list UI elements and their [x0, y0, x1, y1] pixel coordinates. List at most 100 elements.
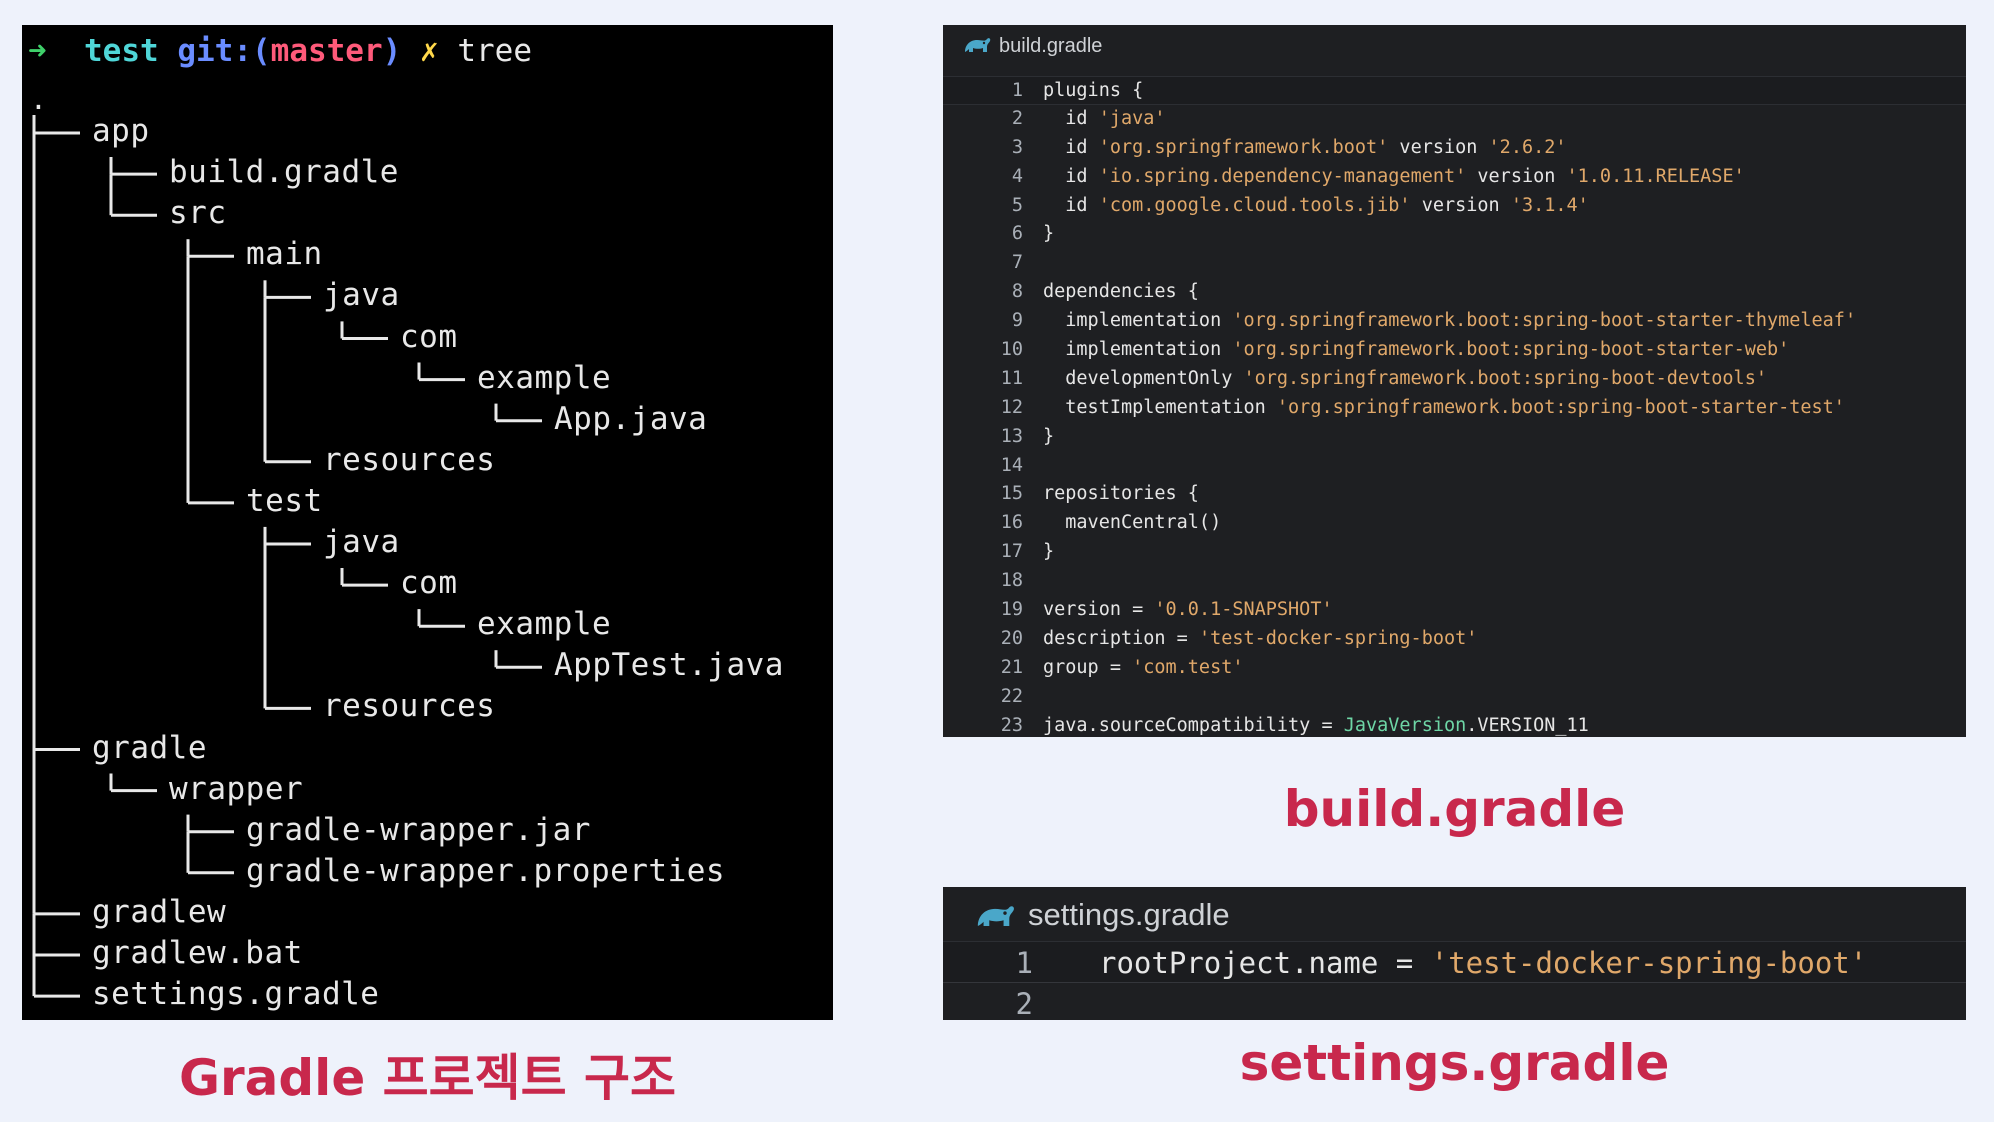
line-number: 2: [1011, 107, 1023, 129]
line-number: 12: [1000, 396, 1023, 418]
line-number: 22: [1000, 685, 1023, 707]
code-area[interactable]: 1 rootProject.name = 'test-docker-spring-…: [943, 941, 1966, 1020]
code-line[interactable]: 12 testImplementation 'org.springframewo…: [943, 394, 1966, 423]
code-token: }: [1043, 425, 1055, 447]
code-token: .VERSION_11: [1466, 714, 1589, 736]
code-line[interactable]: 15 repositories {: [943, 480, 1966, 509]
editor-file-name: settings.gradle: [1028, 897, 1230, 932]
tree-entry: com: [400, 318, 458, 355]
code-line[interactable]: 16 mavenCentral(): [943, 509, 1966, 538]
code-text: plugins {: [1043, 77, 1143, 106]
code-text: id 'java': [1043, 105, 1166, 134]
code-line[interactable]: 19 version = '0.0.1-SNAPSHOT': [943, 596, 1966, 625]
line-number: 15: [1000, 483, 1023, 505]
tree-entry: java: [323, 524, 400, 560]
string-literal: 'org.springframework.boot:spring-boot-st…: [1232, 339, 1790, 361]
code-token: group =: [1043, 656, 1133, 678]
line-number: 8: [1011, 281, 1023, 303]
string-literal: 'org.springframework.boot': [1098, 136, 1389, 158]
string-literal: 'test-docker-spring-boot': [1430, 946, 1868, 980]
line-number: 5: [1011, 194, 1023, 216]
caption-gradle-project-structure: Gradle 프로젝트 구조: [178, 1049, 677, 1107]
code-token: mavenCentral(): [1043, 512, 1222, 534]
line-number: 17: [1000, 541, 1023, 563]
code-line[interactable]: 9 implementation 'org.springframework.bo…: [943, 307, 1966, 336]
tree-entry: example: [477, 359, 612, 396]
code-line[interactable]: 21 group = 'com.test': [943, 654, 1966, 683]
code-text: }: [1043, 220, 1054, 249]
code-line[interactable]: 3 id 'org.springframework.boot' version …: [943, 134, 1966, 163]
line-number: 23: [1000, 714, 1023, 736]
code-text: group = 'com.test': [1043, 654, 1244, 683]
line-number: 1: [1015, 946, 1033, 980]
line-number: 14: [1000, 454, 1023, 476]
code-line[interactable]: 1 plugins {: [943, 76, 1966, 105]
code-line[interactable]: 5 id 'com.google.cloud.tools.jib' versio…: [943, 192, 1966, 221]
code-line[interactable]: 2 id 'java': [943, 105, 1966, 134]
code-line[interactable]: 17}: [943, 538, 1966, 567]
tree-entry: com: [400, 565, 458, 602]
tree-entry: example: [477, 606, 612, 643]
code-text: id 'org.springframework.boot' version '2…: [1043, 134, 1567, 163]
code-line[interactable]: 10 implementation 'org.springframework.b…: [943, 336, 1966, 365]
code-line[interactable]: 18: [943, 567, 1966, 596]
type-name: JavaVersion: [1343, 714, 1467, 736]
code-line[interactable]: 4 id 'io.spring.dependency-management' v…: [943, 163, 1966, 192]
code-text: mavenCentral(): [1043, 509, 1221, 538]
code-line[interactable]: 2: [943, 983, 1966, 1020]
string-literal: 'com.google.cloud.tools.jib': [1098, 194, 1411, 216]
code-token: testImplementation: [1043, 396, 1277, 418]
tree-entry: gradlew.bat: [92, 935, 303, 971]
code-line[interactable]: 7: [943, 249, 1966, 278]
code-line[interactable]: 22: [943, 683, 1966, 712]
code-line[interactable]: 23 java.sourceCompatibility = JavaVersion…: [943, 712, 1966, 737]
line-number: 10: [1000, 339, 1023, 361]
line-number: 3: [1011, 136, 1023, 158]
gradle-elephant-icon: [977, 906, 1014, 926]
code-token: id: [1043, 107, 1099, 129]
code-line[interactable]: 11 developmentOnly 'org.springframework.…: [943, 365, 1966, 394]
line-number: 9: [1011, 310, 1023, 332]
line-number: 20: [1000, 627, 1023, 649]
terminal-window[interactable]: ➜ test git:(master) ✗ tree . app build.gr…: [22, 25, 833, 1020]
code-line[interactable]: 1 rootProject.name = 'test-docker-spring-…: [943, 941, 1966, 983]
code-text: implementation 'org.springframework.boot…: [1043, 336, 1789, 365]
tree-entry: gradle-wrapper.jar: [246, 811, 591, 848]
code-token: id: [1043, 136, 1099, 158]
code-token: java.sourceCompatibility =: [1043, 714, 1344, 736]
code-token: id: [1043, 194, 1099, 216]
tree-entry: wrapper: [169, 770, 304, 807]
code-text: developmentOnly 'org.springframework.boo…: [1043, 365, 1767, 394]
tree-entry: test: [246, 482, 323, 519]
tree-entry: AppTest.java: [554, 647, 784, 684]
code-token: description =: [1043, 627, 1199, 649]
tree-entry: gradlew: [92, 893, 227, 930]
line-number: 18: [1000, 570, 1023, 592]
code-area[interactable]: 1 plugins {2 id 'java' 3 id 'org.springfra…: [943, 76, 1966, 737]
code-line[interactable]: 14: [943, 452, 1966, 481]
string-literal: 'java': [1098, 107, 1166, 129]
string-literal: 'com.test': [1132, 656, 1244, 678]
code-text: repositories {: [1043, 480, 1199, 509]
settings-gradle-editor[interactable]: settings.gradle 1 rootProject.name = 'tes…: [943, 887, 1966, 1020]
caption-settings-gradle: settings.gradle: [1239, 1034, 1670, 1092]
tree-entry: gradle: [92, 729, 207, 766]
code-text: java.sourceCompatibility = JavaVersion.V…: [1043, 712, 1589, 737]
code-token: version: [1410, 194, 1511, 216]
string-literal: 'io.spring.dependency-management': [1098, 165, 1467, 187]
code-text: }: [1043, 538, 1054, 567]
tree-entry: settings.gradle: [92, 976, 380, 1013]
string-literal: '2.6.2': [1488, 136, 1567, 158]
code-line[interactable]: 6}: [943, 220, 1966, 249]
line-number: 7: [1011, 252, 1023, 274]
code-text: implementation 'org.springframework.boot…: [1043, 307, 1856, 336]
code-line[interactable]: 13}: [943, 423, 1966, 452]
code-text: id 'com.google.cloud.tools.jib' version …: [1043, 192, 1589, 221]
string-literal: 'org.springframework.boot:spring-boot-de…: [1243, 367, 1767, 389]
code-line[interactable]: 8 dependencies {: [943, 278, 1966, 307]
line-number: 11: [1000, 367, 1023, 389]
build-gradle-editor[interactable]: build.gradle 1 plugins {2 id 'java' 3 id '…: [943, 25, 1966, 737]
string-literal: '0.0.1-SNAPSHOT': [1154, 599, 1333, 621]
string-literal: '3.1.4': [1510, 194, 1589, 216]
code-line[interactable]: 20 description = 'test-docker-spring-boot…: [943, 625, 1966, 654]
